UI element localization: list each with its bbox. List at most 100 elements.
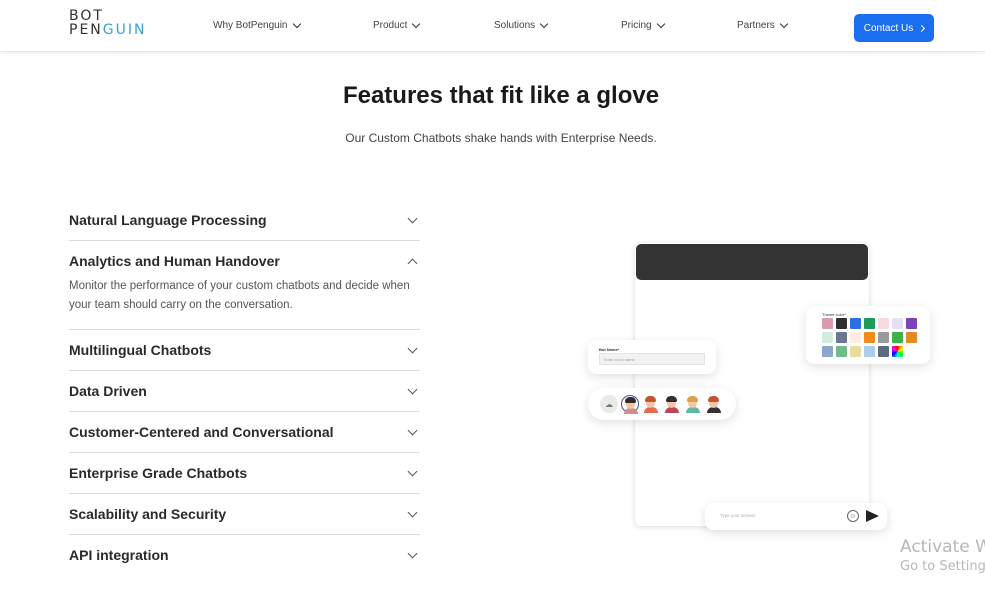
theme-color-swatch [836,332,847,343]
chevron-right-icon [918,24,926,32]
chevron-down-icon [407,425,418,435]
chevron-down-icon [779,19,789,29]
accordion-item: API integration [69,535,420,575]
accordion-header[interactable]: Customer-Centered and Conversational [69,412,420,452]
chevron-down-icon [407,213,418,223]
emoji-icon: ☺ [847,510,859,522]
chat-input-placeholder: Type your answer [720,513,756,518]
avatar-hair [625,397,636,403]
phone-header-bar [636,244,868,280]
theme-color-swatch [850,318,861,329]
send-icon [866,510,879,522]
nav-pricing[interactable]: Pricing [621,19,665,31]
avatar-hair [645,396,656,402]
avatar-option [705,395,723,413]
logo-line-2: PENGUIN [69,23,146,37]
nav-solutions[interactable]: Solutions [494,19,549,31]
theme-color-swatch [906,332,917,343]
nav-label: Partners [737,20,775,31]
accordion-title: Customer-Centered and Conversational [69,424,334,440]
logo-guin: GUIN [102,22,147,38]
theme-color-swatch [822,318,833,329]
watermark-line-2: Go to Settings to activate Windows. [900,559,985,574]
accordion-title: Analytics and Human Handover [69,253,280,269]
theme-color-swatch [822,332,833,343]
avatar-hair [666,396,677,402]
watermark-line-1: Activate Windows [900,537,985,557]
accordion-item: Multilingual Chatbots [69,330,420,371]
theme-color-swatch [878,332,889,343]
nav-product[interactable]: Product [373,19,421,31]
theme-color-swatch [836,346,847,357]
theme-color-label: Theme color* [822,312,846,317]
bot-name-input: Enter a bot name [599,353,705,365]
chevron-down-icon [412,19,421,29]
bot-name-label: Bot Name* [599,347,620,352]
features-accordion: Natural Language Processing Analytics an… [69,200,420,575]
chevron-down-icon [407,507,418,517]
bot-name-card: Bot Name* Enter a bot name [588,340,716,374]
chatbot-phone-mockup [635,243,869,526]
accordion-body: Monitor the performance of your custom c… [69,280,410,311]
avatar-option [684,395,702,413]
chat-input-bar: Type your answer ☺ [705,503,887,530]
nav-label: Product [373,20,408,31]
accordion-item: Data Driven [69,371,420,412]
nav-label: Pricing [621,20,652,31]
accordion-title: Data Driven [69,383,147,399]
chevron-down-icon [539,19,549,29]
theme-color-card: Theme color* [806,306,930,364]
chevron-down-icon [407,466,418,476]
chevron-down-icon [407,384,418,394]
theme-color-swatch [822,346,833,357]
accordion-item: Scalability and Security [69,494,420,535]
theme-color-swatch [850,332,861,343]
chevron-down-icon [407,343,418,353]
accordion-header[interactable]: Natural Language Processing [69,200,420,240]
accordion-header[interactable]: Multilingual Chatbots [69,330,420,370]
theme-color-swatch [892,346,903,357]
avatar-picker-card: ☁ [588,388,736,420]
accordion-title: Natural Language Processing [69,212,267,228]
logo-pen: PEN [69,22,103,38]
section-title: Features that fit like a glove [342,82,660,109]
accordion-title: API integration [69,547,169,563]
theme-color-swatch [864,318,875,329]
theme-color-swatch [864,332,875,343]
accordion-item: Customer-Centered and Conversational [69,412,420,453]
avatar-option [642,395,660,413]
botpenguin-logo[interactable]: BOT PENGUIN [69,9,146,37]
avatar-option [663,395,681,413]
nav-why-botpenguin[interactable]: Why BotPenguin [213,19,301,31]
accordion-item: Natural Language Processing [69,200,420,241]
accordion-title: Enterprise Grade Chatbots [69,465,248,481]
accordion-header[interactable]: Scalability and Security [69,494,420,534]
accordion-header[interactable]: Enterprise Grade Chatbots [69,453,420,493]
accordion-header[interactable]: Analytics and Human Handover [69,241,420,281]
top-navigation: BOT PENGUIN Why BotPenguin Product Solut… [0,0,985,52]
nav-label: Solutions [494,20,536,31]
contact-us-label: Contact Us [863,22,914,34]
accordion-title: Multilingual Chatbots [69,342,212,358]
theme-color-swatch [878,346,889,357]
chevron-down-icon [407,548,418,558]
accordion-header[interactable]: API integration [69,535,420,575]
contact-us-button[interactable]: Contact Us [854,14,934,42]
avatar-hair [708,396,719,402]
nav-partners[interactable]: Partners [737,19,789,31]
theme-color-swatch [864,346,875,357]
theme-swatch-grid [822,318,917,357]
theme-color-swatch [892,332,903,343]
nav-label: Why BotPenguin [213,20,288,31]
section-subtitle: Our Custom Chatbots shake hands with Ent… [345,131,657,145]
accordion-item: Enterprise Grade Chatbots [69,453,420,494]
theme-color-swatch [836,318,847,329]
theme-color-swatch [892,318,903,329]
chevron-up-icon [407,258,418,268]
accordion-header[interactable]: Data Driven [69,371,420,411]
avatar-hair [687,396,698,402]
theme-color-swatch [878,318,889,329]
chevron-down-icon [656,19,665,29]
theme-color-swatch [850,346,861,357]
windows-activation-watermark: Activate Windows Go to Settings to activ… [900,537,985,574]
